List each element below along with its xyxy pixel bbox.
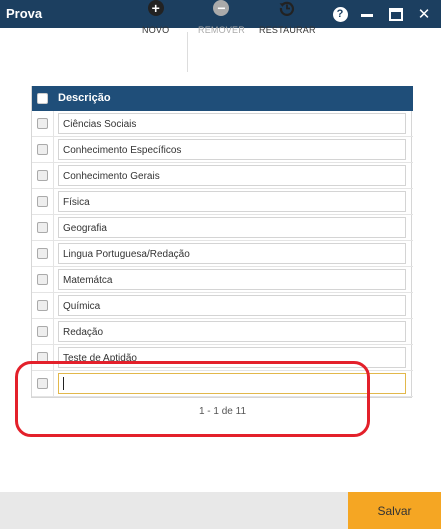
window-title: Prova <box>6 6 43 21</box>
description-cell[interactable]: Matemátca <box>58 269 406 290</box>
description-cell[interactable]: Redação <box>58 321 406 342</box>
maximize-icon <box>389 7 403 21</box>
row-checkbox[interactable] <box>37 300 48 311</box>
row-checkbox[interactable] <box>37 326 48 337</box>
table-row: Redação <box>32 319 413 345</box>
row-checkbox[interactable] <box>37 222 48 233</box>
restore-history-icon <box>279 0 295 16</box>
remove-button-label: REMOVER <box>198 25 245 35</box>
save-button[interactable]: Salvar <box>348 492 441 529</box>
new-button-label: NOVO <box>142 25 170 35</box>
toolbar-divider <box>187 32 188 72</box>
new-button[interactable]: + NOVO <box>142 0 169 40</box>
description-cell[interactable]: Teste de Aptidão <box>58 347 406 368</box>
table-row: Matemátca <box>32 267 413 293</box>
restore-button-label: RESTAURAR <box>259 25 316 35</box>
table-row: Teste de Aptidão <box>32 345 413 371</box>
close-button[interactable]: ✕ <box>414 4 434 24</box>
row-checkbox[interactable] <box>37 248 48 259</box>
minus-circle-icon: − <box>213 0 230 16</box>
row-checkbox[interactable] <box>37 352 48 363</box>
description-cell[interactable]: Química <box>58 295 406 316</box>
restore-button[interactable]: RESTAURAR <box>259 0 316 40</box>
close-icon: ✕ <box>417 6 431 23</box>
table-row: Conhecimento Específicos <box>32 137 413 163</box>
maximize-button[interactable] <box>386 4 406 24</box>
grid-header: Descrição <box>32 86 413 111</box>
minimize-icon <box>361 13 373 17</box>
column-header-description: Descrição <box>58 92 111 104</box>
description-cell[interactable]: Lingua Portuguesa/Redação <box>58 243 406 264</box>
description-cell[interactable]: Conhecimento Específicos <box>58 139 406 160</box>
new-description-input[interactable] <box>58 373 406 394</box>
footer-bar: Salvar <box>0 492 441 529</box>
help-button[interactable]: ? <box>330 4 350 24</box>
description-cell[interactable]: Física <box>58 191 406 212</box>
help-icon: ? <box>332 6 348 22</box>
row-checkbox[interactable] <box>37 196 48 207</box>
table-row: Química <box>32 293 413 319</box>
table-row: Lingua Portuguesa/Redação <box>32 241 413 267</box>
row-checkbox[interactable] <box>37 274 48 285</box>
table-row: Ciências Sociais <box>32 111 413 137</box>
table-row: Conhecimento Gerais <box>32 163 413 189</box>
new-table-row <box>32 371 413 397</box>
description-cell[interactable]: Ciências Sociais <box>58 113 406 134</box>
description-grid: Descrição Ciências Sociais Conhecimento … <box>31 86 413 417</box>
plus-circle-icon: + <box>147 0 164 16</box>
description-cell[interactable]: Conhecimento Gerais <box>58 165 406 186</box>
text-caret <box>63 377 64 390</box>
row-checkbox[interactable] <box>37 170 48 181</box>
table-row: Geografia <box>32 215 413 241</box>
pagination-info: 1 - 1 de 11 <box>198 406 247 417</box>
table-row: Física <box>32 189 413 215</box>
select-all-checkbox[interactable] <box>37 93 48 104</box>
row-checkbox[interactable] <box>37 144 48 155</box>
remove-button[interactable]: − REMOVER <box>198 0 245 40</box>
row-checkbox[interactable] <box>37 378 48 389</box>
row-checkbox[interactable] <box>37 118 48 129</box>
minimize-button[interactable] <box>357 4 377 24</box>
description-cell[interactable]: Geografia <box>58 217 406 238</box>
